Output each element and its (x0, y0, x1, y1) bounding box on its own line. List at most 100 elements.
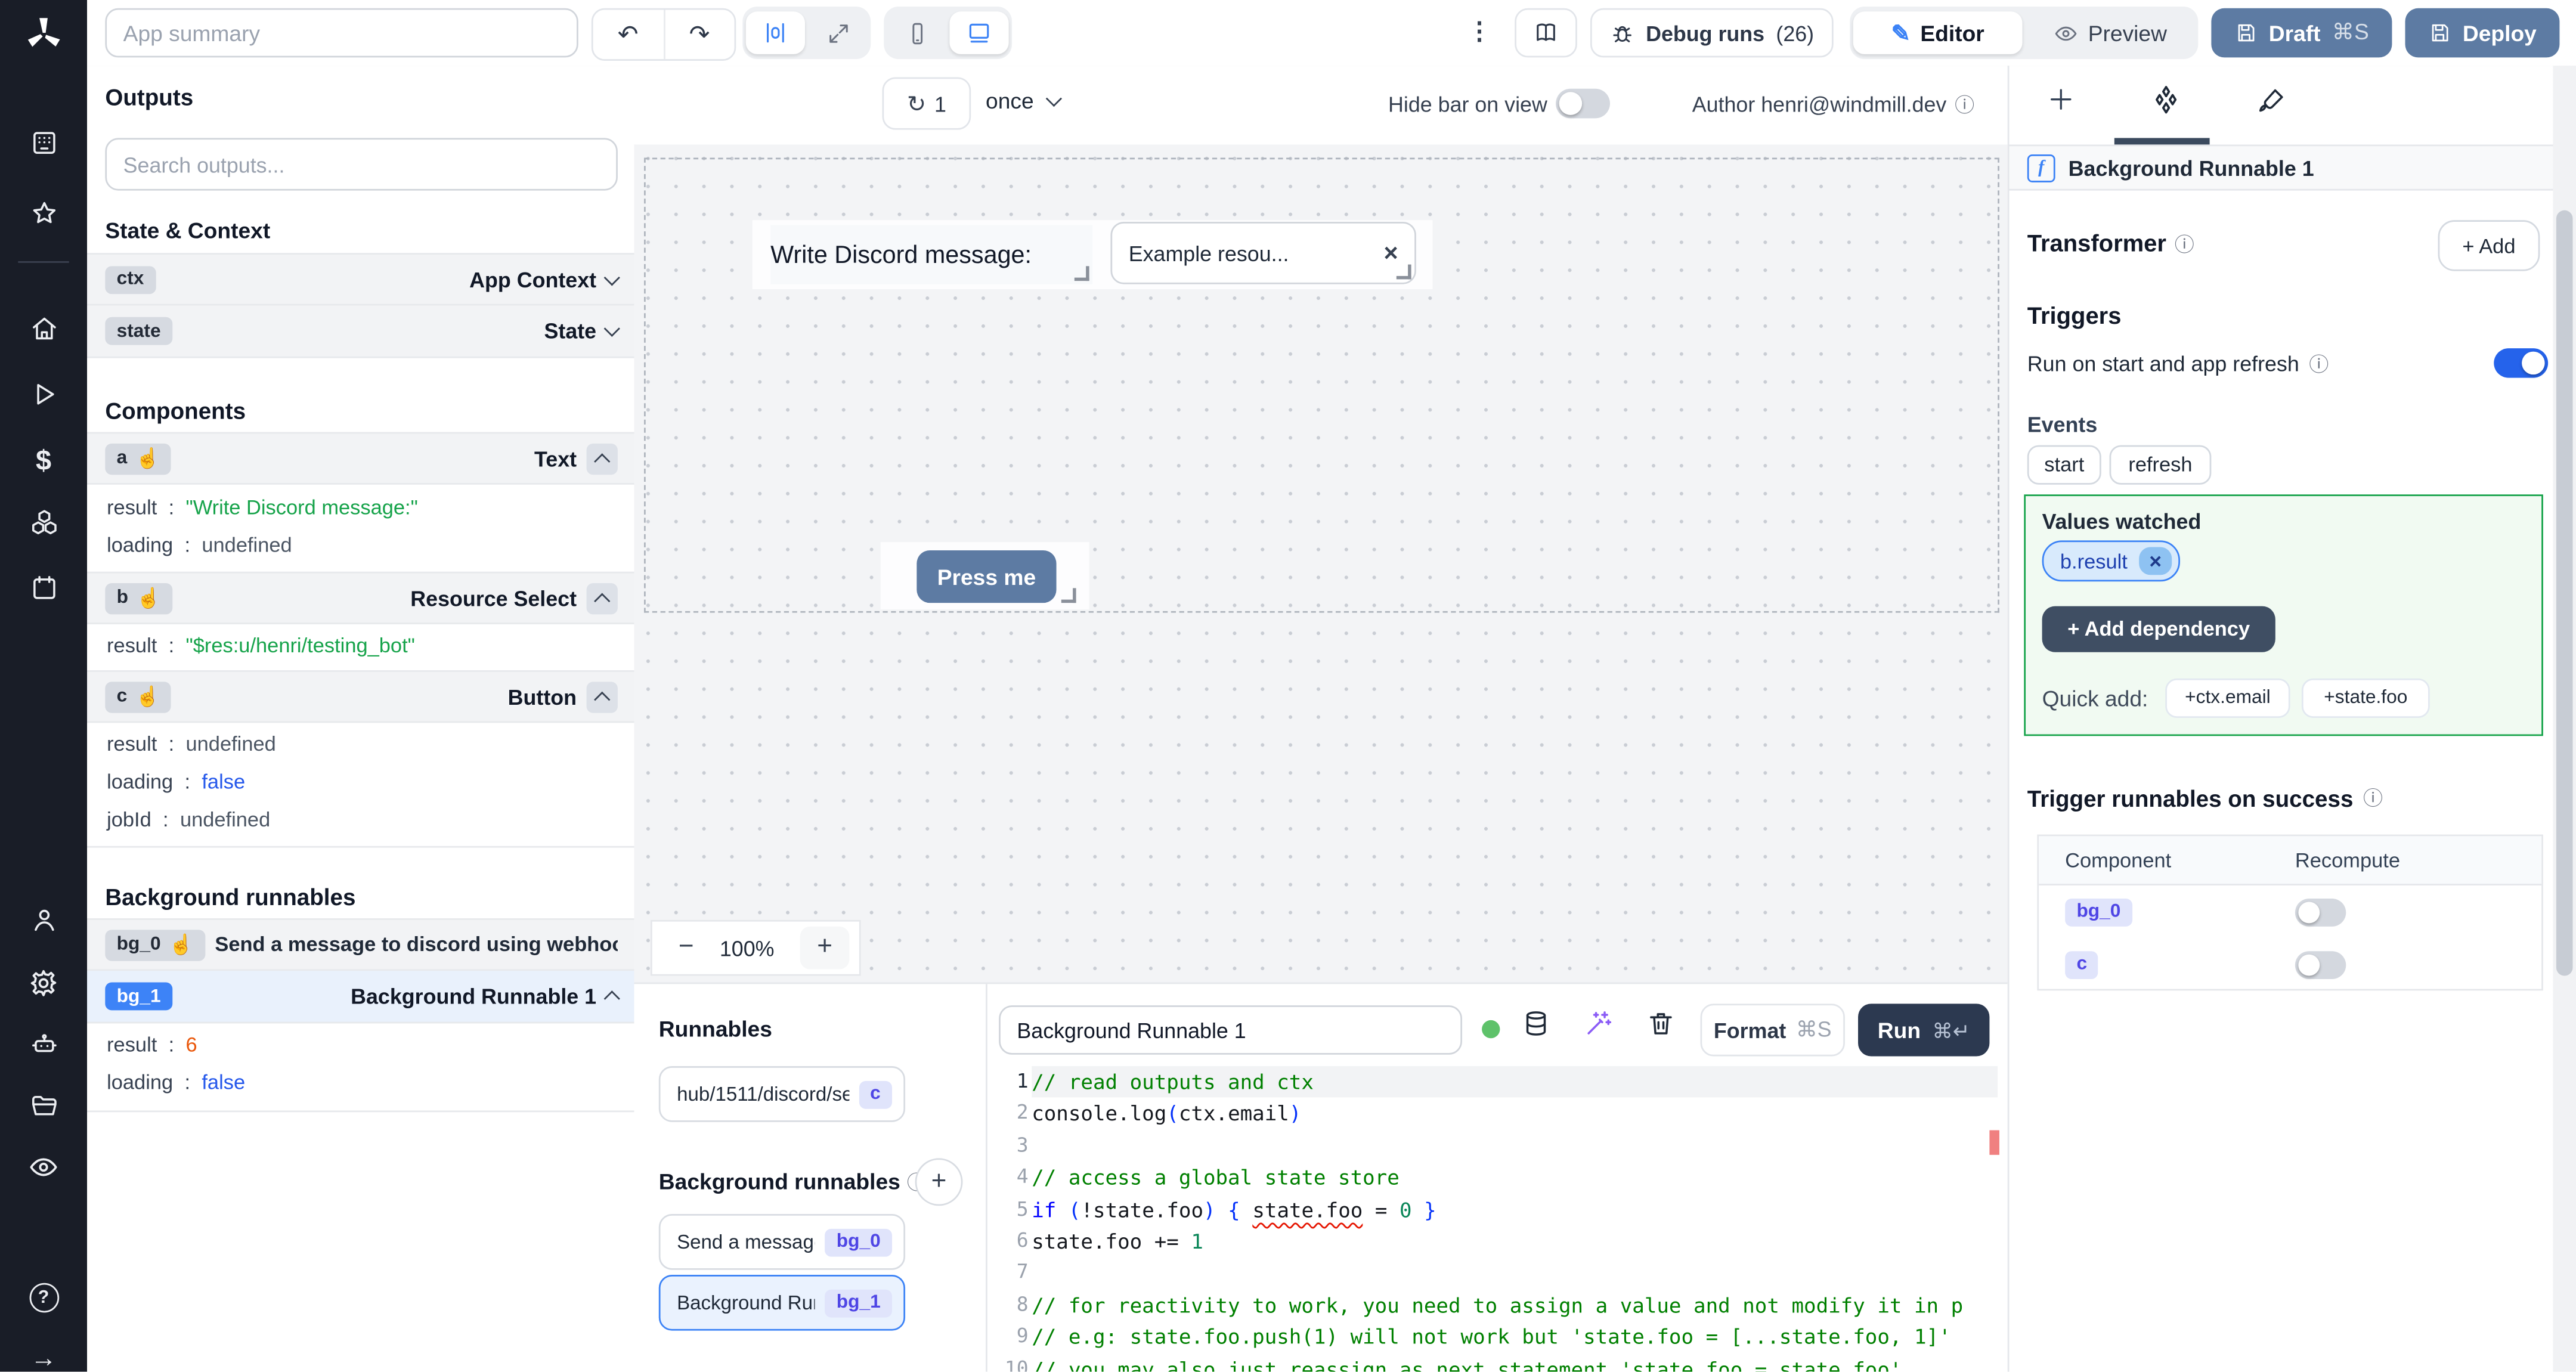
author-label: Author henri@windmill.dev (1692, 92, 1947, 117)
bg-runnables-title: Background runnables (658, 1169, 900, 1194)
collapse-button[interactable] (586, 680, 618, 713)
resize-handle[interactable] (1061, 588, 1076, 603)
search-outputs-input[interactable] (105, 138, 618, 191)
runnable-name: Send a message... (677, 1230, 815, 1254)
center-layout-toggle[interactable] (745, 11, 805, 54)
component-b-row[interactable]: b ☝ Resource Select (87, 571, 634, 624)
cache-db-icon[interactable] (1521, 1009, 1551, 1039)
quick-add-state-foo[interactable]: +state.foo (2301, 678, 2430, 718)
remove-dependency-x-icon[interactable]: × (2139, 547, 2172, 575)
watched-value-chip[interactable]: b.result × (2042, 540, 2181, 582)
schedules-calendar-icon[interactable] (0, 574, 87, 603)
collapse-button[interactable] (586, 582, 618, 614)
press-me-button[interactable]: Press me (917, 550, 1057, 603)
recompute-toggle-bg0[interactable] (2295, 897, 2346, 926)
clear-x-icon[interactable]: × (1383, 239, 1398, 267)
fullscreen-toggle[interactable] (809, 11, 868, 54)
app-summary-input[interactable] (105, 8, 578, 58)
folders-icon[interactable] (0, 1091, 87, 1120)
ctx-row[interactable]: ctx App Context (87, 253, 634, 306)
docs-button[interactable] (1515, 8, 1577, 58)
runnable-item-bg0[interactable]: Send a message... bg_0 (658, 1214, 906, 1270)
deploy-button[interactable]: Deploy (2405, 8, 2560, 58)
prop-row: jobId: undefined (107, 808, 271, 832)
tab-settings-components-icon[interactable] (2150, 84, 2181, 115)
collapse-arrow-icon[interactable]: → (0, 1345, 87, 1372)
add-bg-runnable-button[interactable]: + (915, 1158, 963, 1206)
runnable-badge: c (858, 1080, 893, 1108)
runnable-item-hub[interactable]: hub/1511/discord/se... c (658, 1066, 906, 1122)
inspector-panel: f Background Runnable 1 Transformer ⓘ + … (2007, 66, 2555, 1372)
star-icon[interactable] (0, 199, 87, 228)
undo-button[interactable]: ↶ (593, 10, 665, 60)
format-button[interactable]: Format ⌘S (1700, 1004, 1845, 1057)
kebab-menu[interactable]: ⋮ (1467, 17, 1493, 46)
prop-row: result: "Write Discord message:" (107, 496, 418, 519)
bg1-row[interactable]: bg_1 Background Runnable 1 (87, 971, 634, 1024)
zoom-in-button[interactable]: + (800, 926, 850, 970)
redo-button[interactable]: ↷ (664, 10, 734, 60)
select-value: Example resou... (1128, 240, 1289, 265)
tab-theme-brush-icon[interactable] (2258, 85, 2287, 115)
billing-dollar-icon[interactable]: $ (0, 445, 87, 478)
info-icon[interactable]: ⓘ (2175, 230, 2194, 258)
quick-add-ctx-email[interactable]: +ctx.email (2165, 678, 2290, 718)
refresh-count: 1 (934, 91, 946, 116)
help-icon[interactable]: ? (0, 1283, 87, 1313)
home-icon[interactable] (0, 314, 87, 343)
refresh-count-button[interactable]: ↻ 1 (882, 77, 971, 130)
users-person-icon[interactable] (0, 905, 87, 935)
component-c-row[interactable]: c ☝ Button (87, 670, 634, 723)
run-button[interactable]: Run ⌘↵ (1858, 1004, 1990, 1057)
chevron-up-icon[interactable] (603, 990, 620, 1007)
audit-eye-icon[interactable] (0, 1151, 87, 1182)
collapse-button[interactable] (586, 442, 618, 474)
chevron-down-icon[interactable] (603, 268, 620, 286)
app-canvas[interactable]: Write Discord message: Example resou... … (634, 144, 2008, 983)
tab-editor[interactable]: ✎ Editor (1853, 11, 2023, 54)
resize-handle[interactable] (1074, 266, 1089, 281)
scrollbar-thumb[interactable] (2556, 210, 2573, 976)
add-dependency-button[interactable]: + Add dependency (2042, 606, 2275, 652)
run-on-start-toggle[interactable] (2494, 348, 2549, 378)
debug-runs-button[interactable]: Debug runs (26) (1590, 8, 1834, 58)
tab-insert-plus-icon[interactable] (2047, 85, 2075, 113)
info-icon[interactable]: ⓘ (1955, 91, 1974, 119)
transformer-title: Transformer (2027, 231, 2166, 258)
windmill-logo[interactable] (0, 15, 87, 54)
resource-select-component[interactable]: Example resou... × (1110, 221, 1416, 284)
bg0-row[interactable]: bg_0 ☝ Send a message to discord using we… (87, 918, 634, 971)
delete-trash-icon[interactable] (1646, 1009, 1676, 1039)
frequency-dropdown[interactable]: once (986, 88, 1063, 114)
runnable-name-input[interactable] (999, 1005, 1463, 1055)
runnable-item-bg1-selected[interactable]: Background Run... bg_1 (658, 1274, 906, 1331)
text-component[interactable]: Write Discord message: (770, 225, 1093, 284)
event-chip-refresh[interactable]: refresh (2109, 445, 2212, 485)
resize-handle[interactable] (1396, 264, 1411, 280)
workers-robot-icon[interactable] (0, 1030, 87, 1060)
recompute-toggle-c[interactable] (2295, 950, 2346, 978)
add-transformer-button[interactable]: + Add (2438, 220, 2540, 271)
desktop-view-toggle[interactable] (949, 11, 1009, 54)
scrollbar-track[interactable] (2553, 66, 2576, 1372)
apps-icon[interactable] (0, 128, 87, 158)
mobile-view-toggle[interactable] (887, 11, 946, 54)
zoom-out-button[interactable]: − (679, 933, 694, 963)
frequency-value: once (986, 88, 1034, 114)
draft-button[interactable]: Draft ⌘S (2211, 8, 2392, 58)
function-icon: f (2027, 153, 2055, 182)
chevron-down-icon[interactable] (603, 320, 620, 337)
settings-gear-icon[interactable] (0, 968, 87, 999)
hide-bar-toggle[interactable] (1556, 88, 1610, 119)
ai-wand-icon[interactable] (1584, 1009, 1614, 1039)
info-icon[interactable]: ⓘ (2309, 350, 2329, 378)
component-a-row[interactable]: a ☝ Text (87, 432, 634, 485)
state-row[interactable]: state State (87, 305, 634, 358)
runs-play-icon[interactable] (0, 379, 87, 409)
info-icon[interactable]: ⓘ (2363, 783, 2383, 812)
event-chip-start[interactable]: start (2027, 445, 2101, 485)
tab-preview[interactable]: Preview (2026, 11, 2195, 54)
resources-cubes-icon[interactable] (0, 507, 87, 537)
selected-runnable-name: Background Runnable 1 (2068, 155, 2314, 180)
code-editor[interactable]: // read outputs and ctx console.log(ctx.e… (1032, 1066, 1998, 1372)
